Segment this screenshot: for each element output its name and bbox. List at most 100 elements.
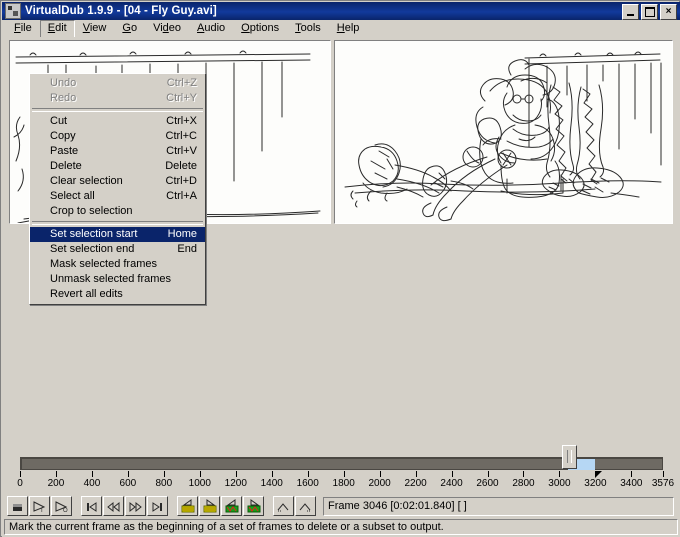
- menu-tools[interactable]: Tools: [287, 20, 329, 38]
- next-keyframe-button[interactable]: [199, 496, 220, 516]
- title-bar[interactable]: VirtualDub 1.9.9 - [04 - Fly Guy.avi] ×: [2, 2, 680, 20]
- play-output-button[interactable]: O: [51, 496, 72, 516]
- output-video-pane[interactable]: [334, 40, 673, 224]
- ruler-tick: [91, 471, 93, 477]
- menu-item-shortcut: Ctrl+A: [166, 190, 197, 202]
- ruler-tick-label: 3400: [620, 478, 643, 489]
- go-to-start-button[interactable]: [81, 496, 102, 516]
- close-icon: ×: [665, 5, 672, 17]
- work-area: Undo Ctrl+Z Redo Ctrl+Y Cut Ctrl+X Copy Ctrl+C P…: [2, 37, 680, 449]
- menu-item-label: Undo: [50, 77, 77, 89]
- menu-item-label: Select all: [50, 190, 95, 202]
- menu-file[interactable]: File: [6, 20, 40, 38]
- ruler-tick: [20, 471, 21, 477]
- ruler-tick: [663, 471, 664, 477]
- menu-item-delete[interactable]: Delete Delete: [30, 159, 205, 174]
- ruler-tick: [307, 471, 309, 477]
- menu-item-set-selection-end[interactable]: Set selection end End: [30, 242, 205, 257]
- status-message: Mark the current frame as the beginning …: [9, 521, 444, 533]
- ruler-tick-label: 1000: [188, 478, 211, 489]
- menu-item-clear-selection[interactable]: Clear selection Ctrl+D: [30, 174, 205, 189]
- menu-item-crop-to-selection[interactable]: Crop to selection: [30, 204, 205, 219]
- toolbar-separator-3: [265, 506, 273, 507]
- menu-item-undo: Undo Ctrl+Z: [30, 76, 205, 91]
- menu-item-select-all[interactable]: Select all Ctrl+A: [30, 189, 205, 204]
- menu-item-label: Crop to selection: [50, 205, 133, 217]
- menu-bar: File Edit View Go Video Audio Options To…: [2, 19, 680, 38]
- mark-out-button[interactable]: [295, 496, 316, 516]
- svg-text:O: O: [63, 508, 68, 513]
- ruler-tick-label: 2600: [476, 478, 499, 489]
- ruler-tick: [199, 471, 201, 477]
- menu-item-label: Set selection start: [50, 228, 138, 240]
- timeline-scrubber-thumb[interactable]: [561, 445, 577, 469]
- menu-item-shortcut: Ctrl+V: [166, 145, 197, 157]
- timeline-panel: 0 200 400 600 800 1000 1200 1400 1600 1800 2000 220…: [2, 445, 680, 494]
- ruler-tick: [487, 471, 489, 477]
- menu-item-label: Cut: [50, 115, 68, 127]
- ruler-tick-label: 1600: [296, 478, 319, 489]
- menu-video[interactable]: Video: [145, 20, 189, 38]
- menu-item-paste[interactable]: Paste Ctrl+V: [30, 144, 205, 159]
- menu-item-label: Revert all edits: [50, 288, 123, 300]
- menu-item-label: Redo: [50, 92, 77, 104]
- scene-reverse-button[interactable]: [221, 496, 242, 516]
- virtualdub-window: VirtualDub 1.9.9 - [04 - Fly Guy.avi] × …: [0, 0, 680, 537]
- ruler-tick-label: 2000: [368, 478, 391, 489]
- maximize-button[interactable]: [641, 4, 658, 20]
- ruler-tick-label: 800: [155, 478, 173, 489]
- menu-item-revert-all-edits[interactable]: Revert all edits: [30, 287, 205, 302]
- scene-forward-button[interactable]: [243, 496, 264, 516]
- menu-item-unmask-selected-frames[interactable]: Unmask selected frames: [30, 272, 205, 287]
- ruler-tick: [379, 471, 381, 477]
- ruler-tick-label: 0: [17, 478, 23, 489]
- menu-item-shortcut: Ctrl+Z: [166, 77, 197, 89]
- virtualdub-icon: [5, 3, 21, 19]
- ruler-tick-label: 1800: [332, 478, 355, 489]
- key-next-button[interactable]: [125, 496, 146, 516]
- menu-item-label: Delete: [50, 160, 82, 172]
- timeline-ruler: 0 200 400 600 800 1000 1200 1400 1600 1800 2000 220…: [2, 471, 680, 493]
- window-title: VirtualDub 1.9.9 - [04 - Fly Guy.avi]: [25, 5, 217, 17]
- menu-item-label: Mask selected frames: [50, 258, 157, 270]
- ruler-tick: [451, 471, 453, 477]
- close-button[interactable]: ×: [660, 4, 677, 20]
- status-bar: Mark the current frame as the beginning …: [2, 518, 680, 537]
- mark-in-button[interactable]: [273, 496, 294, 516]
- play-input-button[interactable]: I: [29, 496, 50, 516]
- stop-button[interactable]: [7, 496, 28, 516]
- ruler-tick: [235, 471, 237, 477]
- menu-item-redo: Redo Ctrl+Y: [30, 91, 205, 106]
- menu-item-shortcut: End: [177, 243, 197, 255]
- ruler-tick-label: 1200: [224, 478, 247, 489]
- menu-options[interactable]: Options: [233, 20, 287, 38]
- ruler-tick-label: 3200: [584, 478, 607, 489]
- ruler-tick-label: 3576: [651, 478, 675, 489]
- transport-toolbar: I O Frame 3046 [0:02:01.840] []: [2, 494, 680, 518]
- menu-item-shortcut: Ctrl+Y: [166, 92, 197, 104]
- menu-item-mask-selected-frames[interactable]: Mask selected frames: [30, 257, 205, 272]
- menu-help[interactable]: Help: [329, 20, 368, 38]
- menu-item-copy[interactable]: Copy Ctrl+C: [30, 129, 205, 144]
- svg-text:I: I: [41, 508, 43, 513]
- edit-dropdown-menu: Undo Ctrl+Z Redo Ctrl+Y Cut Ctrl+X Copy Ctrl+C P…: [29, 73, 206, 305]
- previous-keyframe-button[interactable]: [177, 496, 198, 516]
- menu-view[interactable]: View: [75, 20, 115, 38]
- ruler-tick: [127, 471, 129, 477]
- menu-item-label: Unmask selected frames: [50, 273, 172, 285]
- key-previous-button[interactable]: [103, 496, 124, 516]
- menu-item-shortcut: Ctrl+D: [165, 175, 197, 187]
- menu-item-label: Paste: [50, 145, 79, 157]
- ruler-tick-label: 2200: [404, 478, 427, 489]
- menu-item-label: Clear selection: [50, 175, 123, 187]
- ruler-tick-label: 600: [119, 478, 137, 489]
- menu-item-cut[interactable]: Cut Ctrl+X: [30, 114, 205, 129]
- menu-item-shortcut: Home: [167, 228, 197, 240]
- go-to-end-button[interactable]: [147, 496, 168, 516]
- minimize-button[interactable]: [622, 4, 639, 20]
- menu-item-set-selection-start[interactable]: Set selection start Home: [30, 227, 205, 242]
- menu-edit[interactable]: Edit: [39, 19, 75, 38]
- menu-audio[interactable]: Audio: [189, 20, 233, 38]
- menu-go[interactable]: Go: [114, 20, 145, 38]
- menu-item-label: Set selection end: [50, 243, 135, 255]
